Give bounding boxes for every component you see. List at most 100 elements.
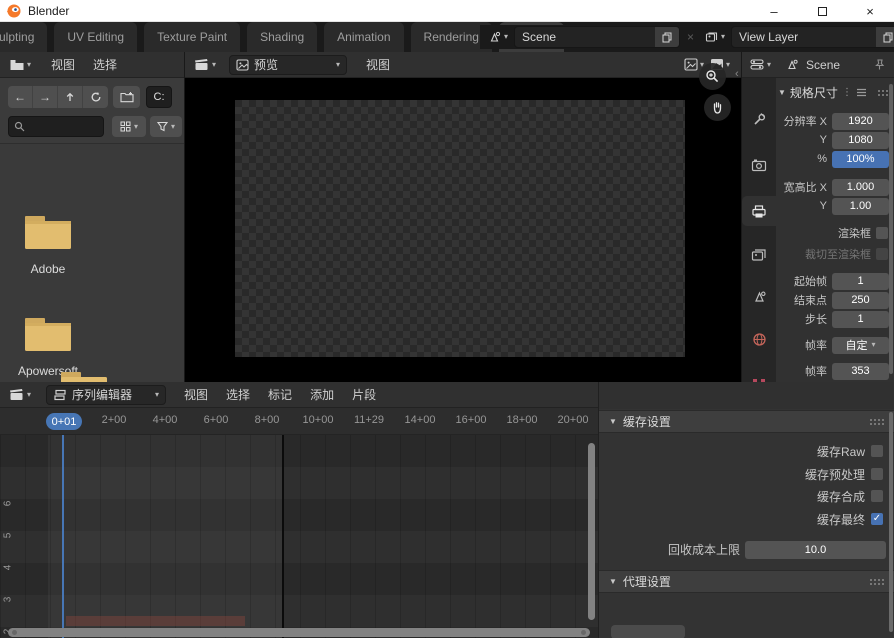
preset-dots-icon[interactable]: ⋮ [842, 87, 852, 98]
resolution-y-field[interactable]: 1080 [832, 132, 889, 149]
aspect-x-field[interactable]: 1.000 [832, 179, 889, 196]
frame-end-field[interactable]: 250 [832, 292, 889, 309]
playhead[interactable] [62, 435, 64, 638]
cache-preprocessed-row: 缓存预处理 [599, 464, 884, 484]
viewlayer-name-field[interactable]: View Layer [731, 26, 894, 48]
tab-animation[interactable]: Animation [324, 22, 403, 52]
scene-unlink-button[interactable]: × [683, 30, 698, 44]
fb-back-button[interactable]: ← [8, 86, 33, 108]
fb-parent-button[interactable] [58, 86, 83, 108]
viewlayer-copy-button[interactable] [876, 27, 894, 47]
proxy-partial-button[interactable] [611, 625, 685, 638]
seq-menu-add[interactable]: 添加 [301, 386, 343, 403]
seq-menu-marker[interactable]: 标记 [259, 386, 301, 403]
close-button[interactable]: × [846, 0, 894, 22]
editor-type-sequencer[interactable]: ▾ [191, 54, 219, 76]
editor-type-properties[interactable]: ▾ [747, 54, 774, 76]
end-frame-line [282, 435, 284, 638]
preview-menu-view[interactable]: 视图 [357, 56, 399, 73]
fb-filter-button[interactable]: ▾ [150, 116, 182, 137]
maximize-button[interactable] [798, 0, 846, 22]
gizmo-collapse-arrow[interactable]: ‹ [735, 68, 739, 80]
recycle-limit-field[interactable]: 10.0 [745, 541, 886, 559]
seq-menu-view[interactable]: 视图 [175, 386, 217, 403]
sequencer-view-type-dropdown[interactable]: 序列编辑器 ▾ [46, 385, 166, 405]
timeline-horizontal-scrollbar[interactable] [8, 628, 590, 637]
tab-shading[interactable]: Shading [247, 22, 317, 52]
breadcrumb-scene-icon [782, 54, 802, 76]
scene-browse-button[interactable]: ▾ [484, 26, 511, 48]
frame-step-field[interactable]: 1 [832, 311, 889, 328]
folder-item-partial[interactable] [58, 368, 110, 382]
search-icon [14, 121, 25, 132]
timeline-ruler[interactable]: 0+01 2+00 4+00 6+00 8+00 10+00 11+29 14+… [0, 408, 598, 435]
cache-settings-header[interactable]: ▼ 缓存设置 [599, 410, 894, 433]
drag-grid-icon[interactable] [869, 418, 884, 425]
fb-path-field[interactable]: C: [146, 86, 172, 108]
tab-view-layer[interactable] [742, 240, 776, 270]
fb-menu-select[interactable]: 选择 [84, 56, 126, 73]
timeline-channels-area[interactable]: 6 5 4 3 2 1 [0, 435, 598, 638]
fb-search-input[interactable] [8, 116, 104, 137]
seq-menu-select[interactable]: 选择 [217, 386, 259, 403]
folder-item-adobe[interactable]: Adobe [0, 212, 96, 276]
tab-uv-editing[interactable]: UV Editing [54, 22, 137, 52]
tab-world[interactable] [742, 324, 776, 354]
tab-sculpting[interactable]: ulpting [0, 22, 47, 52]
drag-grid-icon[interactable] [869, 578, 884, 585]
scene-name-field[interactable]: Scene [514, 26, 680, 48]
cache-raw-checkbox[interactable] [871, 445, 883, 457]
fb-menu-view[interactable]: 视图 [42, 56, 84, 73]
aspect-x-row: 宽高比 X 1.000 [776, 178, 889, 196]
filter-icon [157, 121, 168, 132]
pin-icon[interactable] [873, 58, 886, 71]
zoom-button[interactable] [699, 63, 726, 90]
fb-forward-button[interactable]: → [33, 86, 58, 108]
cache-final-checkbox[interactable]: ✓ [871, 513, 883, 525]
scene-viewlayer-block: ▾ Scene × ▾ View Layer [480, 25, 894, 49]
timeline-vertical-scrollbar[interactable] [588, 443, 595, 620]
chevron-down-icon: ▾ [504, 33, 508, 41]
tab-tool[interactable] [742, 104, 776, 134]
sidebar-header-strip [599, 382, 894, 409]
tab-output[interactable] [742, 196, 776, 226]
properties-scrollbar[interactable] [889, 84, 893, 374]
tab-texture-paint[interactable]: Texture Paint [144, 22, 240, 52]
tab-render[interactable] [742, 150, 776, 180]
image-icon [684, 58, 698, 71]
sequencer-preview-editor: ▾ 预览 ▾ 视图 ▾ ▾ [185, 52, 741, 382]
tab-texture[interactable] [742, 370, 776, 382]
minimize-button[interactable]: – [750, 0, 798, 22]
cache-preprocessed-checkbox[interactable] [871, 468, 883, 480]
pan-button[interactable] [704, 94, 731, 121]
fb-refresh-button[interactable] [83, 86, 108, 108]
frame-start-field[interactable]: 1 [832, 273, 889, 290]
sidebar-scrollbar[interactable] [889, 412, 893, 632]
scene-copy-button[interactable] [655, 27, 679, 47]
fps-custom-row: 帧率 353 [776, 362, 889, 380]
current-frame-indicator[interactable]: 0+01 [46, 413, 82, 430]
fps-preset-dropdown[interactable]: 自定 ▾ [832, 337, 889, 354]
preview-canvas[interactable] [235, 100, 685, 357]
editor-type-sequencer-timeline[interactable]: ▾ [6, 384, 34, 406]
viewlayer-browse-button[interactable]: ▾ [701, 26, 728, 48]
resolution-pct-slider[interactable]: 100% [832, 151, 889, 168]
proxy-settings-header[interactable]: ▼ 代理设置 [599, 570, 894, 593]
properties-editor: ▾ Scene [741, 52, 894, 382]
fb-display-mode-button[interactable]: ▾ [112, 116, 146, 137]
resolution-x-field[interactable]: 1920 [832, 113, 889, 130]
file-browser-editor: ▾ 视图 选择 ← → C: [0, 52, 185, 382]
tab-scene[interactable] [742, 282, 776, 312]
cache-composite-checkbox[interactable] [871, 490, 883, 502]
fb-new-folder-button[interactable] [113, 86, 140, 108]
border-checkbox[interactable] [876, 227, 888, 239]
fps-custom-field[interactable]: 353 [832, 363, 889, 380]
aspect-y-field[interactable]: 1.00 [832, 198, 889, 215]
preview-display-mode-dropdown[interactable]: 预览 ▾ [229, 55, 347, 75]
editor-type-file-browser[interactable]: ▾ [6, 54, 34, 76]
cache-raw-row: 缓存Raw [599, 441, 884, 461]
seq-menu-strip[interactable]: 片段 [343, 386, 385, 403]
preset-list-icon[interactable] [856, 88, 867, 97]
crop-checkbox[interactable] [876, 248, 888, 260]
format-section-header[interactable]: ▼ 规格尺寸 ⋮ [778, 82, 892, 102]
